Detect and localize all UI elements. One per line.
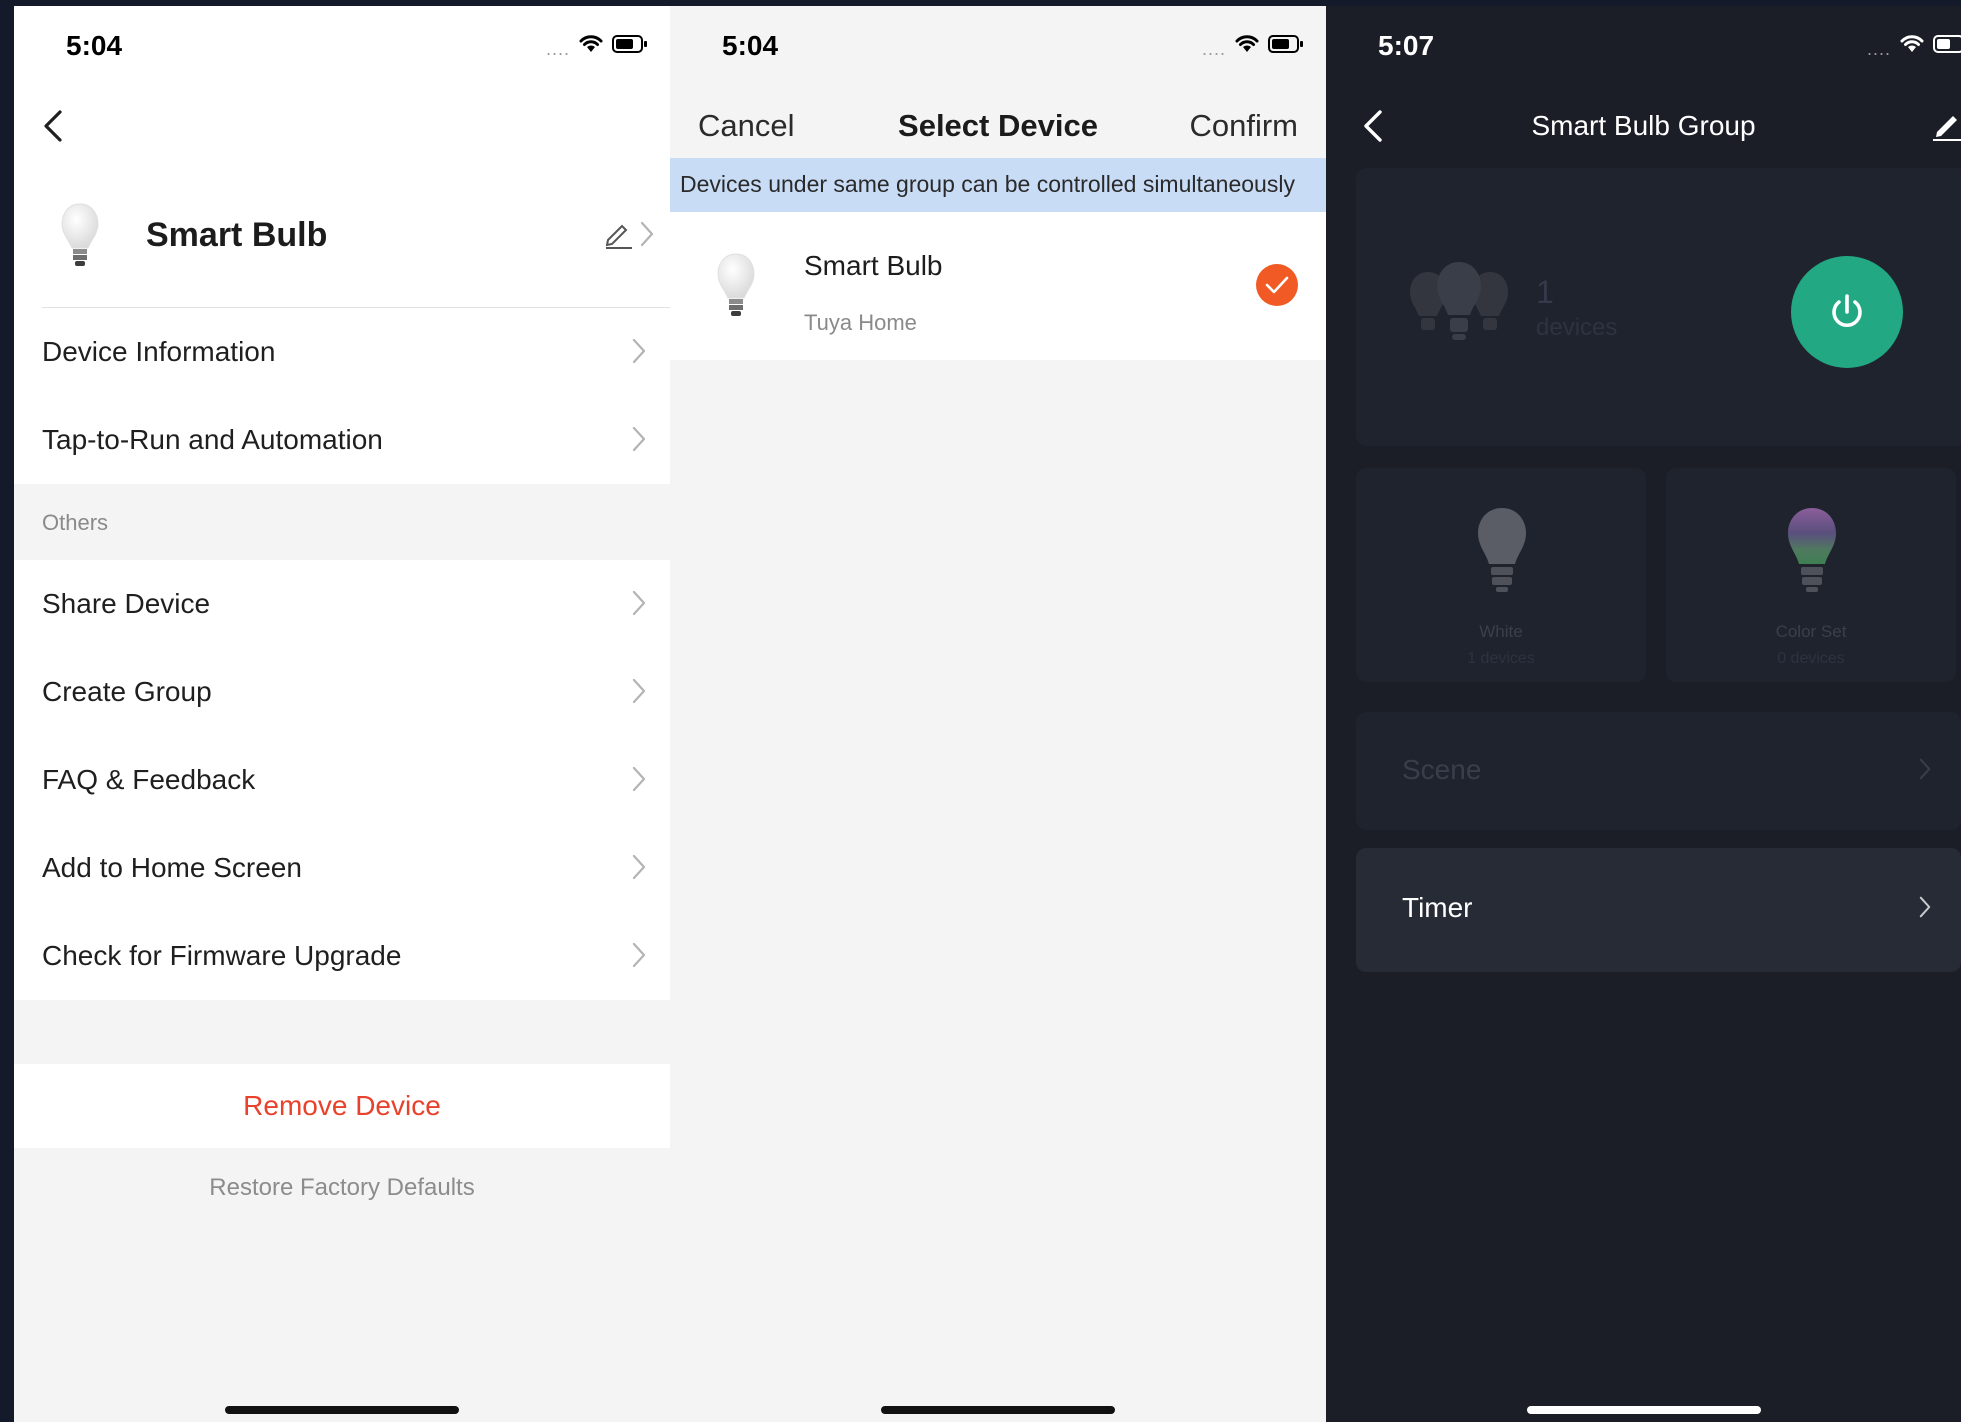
chevron-right-icon xyxy=(632,426,646,452)
color-set-card[interactable]: Color Set 0 devices xyxy=(1666,468,1956,682)
remove-device-button[interactable]: Remove Device xyxy=(14,1064,670,1148)
chevron-right-icon xyxy=(632,590,646,616)
add-to-home-screen-label: Add to Home Screen xyxy=(42,852,302,883)
create-group-item[interactable]: Create Group xyxy=(14,648,670,736)
wifi-icon xyxy=(1900,35,1924,52)
power-icon xyxy=(1832,294,1862,328)
page-title: Smart Bulb Group xyxy=(1531,110,1756,141)
device-name: Smart Bulb xyxy=(146,216,328,254)
share-device-label: Share Device xyxy=(42,588,211,619)
group-control-screen: 5:07 .... Smart Bulb Group 1 devices Whi… xyxy=(1326,6,1961,1422)
chevron-right-icon xyxy=(632,678,646,704)
white-mode-device-count: 1 devices xyxy=(1467,650,1535,667)
color-bulb-icon xyxy=(1788,508,1836,592)
tap-to-run-label: Tap-to-Run and Automation xyxy=(42,424,383,455)
status-icons: .... xyxy=(1866,34,1961,59)
chevron-right-icon xyxy=(1919,758,1931,780)
selected-checkbox[interactable] xyxy=(1256,264,1298,306)
white-mode-card[interactable]: White 0 devices 1 devices xyxy=(1356,468,1646,682)
scene-label: Scene xyxy=(1402,754,1482,785)
white-bulb-icon xyxy=(1478,508,1526,592)
wifi-icon xyxy=(579,35,603,52)
cellular-signal-icon: .... xyxy=(1201,39,1226,59)
home-indicator[interactable] xyxy=(1526,1406,1761,1414)
battery-icon xyxy=(612,35,647,53)
nav-bar: Smart Bulb Group xyxy=(1326,86,1961,168)
add-to-home-screen-item[interactable]: Add to Home Screen xyxy=(14,824,670,912)
cancel-button[interactable]: Cancel xyxy=(698,108,795,144)
info-banner: Devices under same group can be controll… xyxy=(670,158,1326,212)
device-header[interactable]: Smart Bulb xyxy=(14,168,670,308)
status-bar: 5:04 .... xyxy=(14,6,670,86)
bulb-icon xyxy=(716,252,756,322)
home-indicator[interactable] xyxy=(881,1406,1115,1414)
scene-row[interactable]: Scene xyxy=(1356,712,1961,830)
cellular-signal-icon: .... xyxy=(1866,39,1891,59)
create-group-label: Create Group xyxy=(42,676,212,707)
device-options-list: Device Information Tap-to-Run and Automa… xyxy=(14,308,670,484)
device-list-item[interactable]: Smart Bulb Tuya Home xyxy=(670,212,1326,360)
battery-icon xyxy=(1933,35,1961,53)
device-settings-screen: 5:04 .... Smart Bulb Device Information … xyxy=(14,6,670,1422)
chevron-left-icon[interactable] xyxy=(32,104,76,148)
color-set-device-count: 0 devices xyxy=(1777,650,1845,667)
others-header-label: Others xyxy=(42,510,109,535)
chevron-right-icon xyxy=(632,854,646,880)
checkmark-icon xyxy=(1265,276,1289,294)
nav-bar: Select Device Cancel Confirm xyxy=(670,86,1326,168)
device-room: Tuya Home xyxy=(804,310,917,335)
pencil-icon[interactable] xyxy=(602,218,634,250)
others-list: Share Device Create Group FAQ & Feedback… xyxy=(14,560,670,1000)
color-set-label: Color Set xyxy=(1775,622,1847,641)
device-count-unit: devices xyxy=(1536,314,1618,341)
bulb-icon xyxy=(60,202,100,272)
battery-icon xyxy=(1268,35,1303,53)
status-icons: .... xyxy=(1201,34,1304,59)
firmware-upgrade-item[interactable]: Check for Firmware Upgrade xyxy=(14,912,670,1000)
status-icons: .... xyxy=(545,34,648,59)
chevron-right-icon xyxy=(632,766,646,792)
confirm-button[interactable]: Confirm xyxy=(1189,108,1298,144)
device-information-label: Device Information xyxy=(42,336,276,367)
timer-row[interactable]: Timer xyxy=(1356,848,1961,972)
select-device-screen: 5:04 .... Select Device Cancel Confirm D… xyxy=(670,6,1326,1422)
firmware-upgrade-label: Check for Firmware Upgrade xyxy=(42,940,402,971)
device-information-item[interactable]: Device Information xyxy=(14,308,670,396)
home-indicator[interactable] xyxy=(225,1406,459,1414)
chevron-right-icon xyxy=(1919,896,1931,918)
nav-bar xyxy=(14,86,670,168)
chevron-right-icon xyxy=(640,221,654,247)
status-time: 5:04 xyxy=(722,30,779,61)
bulb-group-icon xyxy=(1410,262,1508,340)
chevron-right-icon xyxy=(632,942,646,968)
white-mode-label: White xyxy=(1479,622,1523,641)
others-section-header: Others xyxy=(14,482,670,560)
status-time: 5:04 xyxy=(66,30,123,61)
tap-to-run-item[interactable]: Tap-to-Run and Automation xyxy=(14,396,670,484)
device-count: 1 xyxy=(1536,274,1554,310)
group-power-card: 1 devices xyxy=(1356,168,1961,446)
chevron-right-icon xyxy=(632,338,646,364)
info-banner-text: Devices under same group can be controll… xyxy=(680,171,1295,197)
power-button[interactable] xyxy=(1791,256,1903,368)
status-bar: 5:04 .... xyxy=(670,6,1326,86)
faq-feedback-label: FAQ & Feedback xyxy=(42,764,256,795)
pencil-icon[interactable] xyxy=(1931,108,1961,142)
device-name: Smart Bulb xyxy=(804,250,943,281)
share-device-item[interactable]: Share Device xyxy=(14,560,670,648)
wifi-icon xyxy=(1235,35,1259,52)
faq-feedback-item[interactable]: FAQ & Feedback xyxy=(14,736,670,824)
restore-factory-defaults-button[interactable]: Restore Factory Defaults xyxy=(14,1174,670,1202)
cellular-signal-icon: .... xyxy=(545,39,570,59)
timer-label: Timer xyxy=(1402,892,1473,923)
status-bar: 5:07 .... xyxy=(1326,6,1961,86)
edit-device-name[interactable] xyxy=(602,218,654,250)
status-time: 5:07 xyxy=(1378,30,1435,61)
